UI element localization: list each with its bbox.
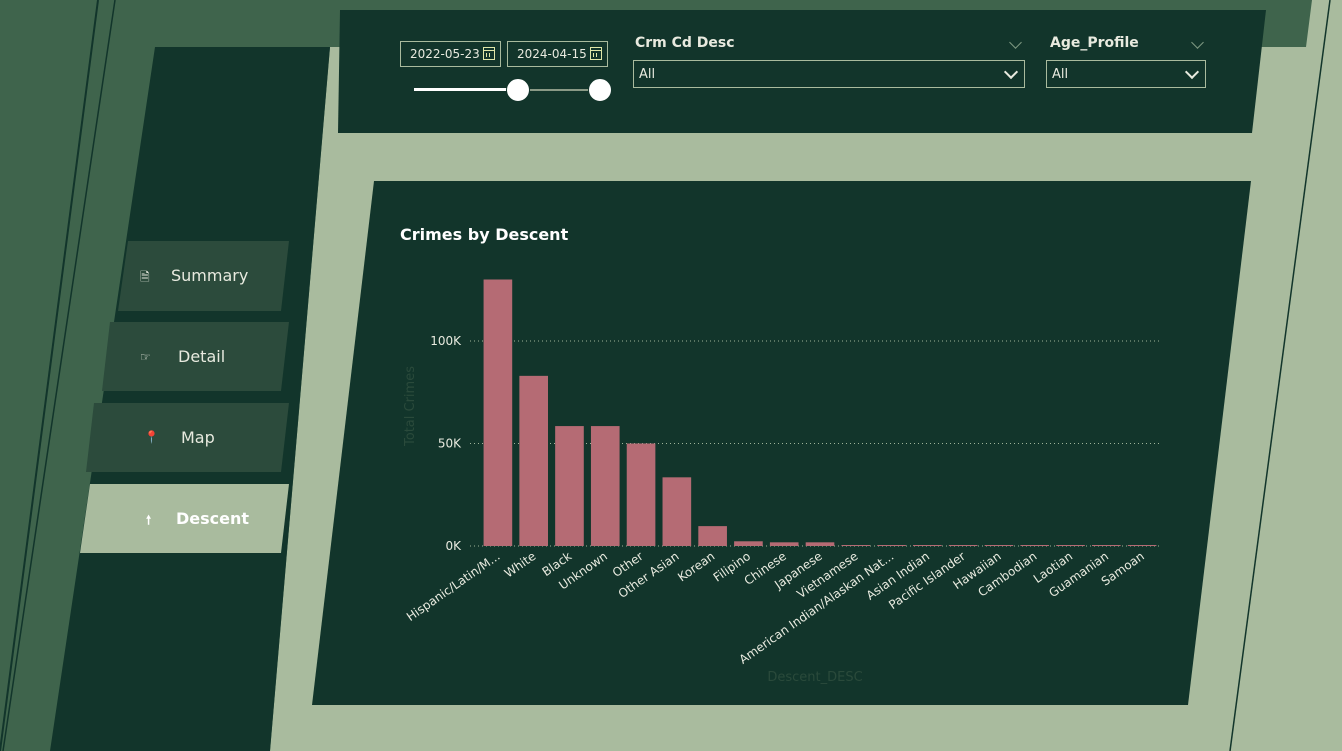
bar-chart: 0K 50K 100K Total Crimes Hispanic/Latin/M...… [403, 279, 1160, 685]
bar [519, 375, 548, 546]
bar [769, 542, 799, 546]
bar [555, 426, 584, 546]
x-axis-label: Descent_DESC [767, 670, 862, 685]
bar [1092, 545, 1121, 546]
bar [984, 545, 1014, 546]
x-tick-label: Hispanic/Latin/M... [404, 549, 503, 624]
bar [590, 426, 620, 546]
y-tick-label: 50K [438, 437, 462, 451]
bar [698, 526, 727, 546]
bar [626, 443, 656, 546]
bar [662, 477, 692, 546]
x-tick-label: Korean [675, 549, 717, 584]
bar [1056, 545, 1085, 546]
bar [1127, 545, 1157, 546]
x-tick-label: White [502, 549, 539, 580]
bar [913, 545, 942, 546]
bar [948, 545, 978, 546]
y-tick-label: 100K [430, 334, 462, 348]
bar [841, 545, 871, 546]
y-tick-label: 0K [445, 539, 462, 553]
bar [1020, 545, 1050, 546]
bar [805, 542, 835, 546]
y-axis-label: Total Crimes [403, 366, 418, 447]
bar [877, 545, 906, 546]
bar [483, 279, 513, 546]
bar [734, 541, 763, 546]
